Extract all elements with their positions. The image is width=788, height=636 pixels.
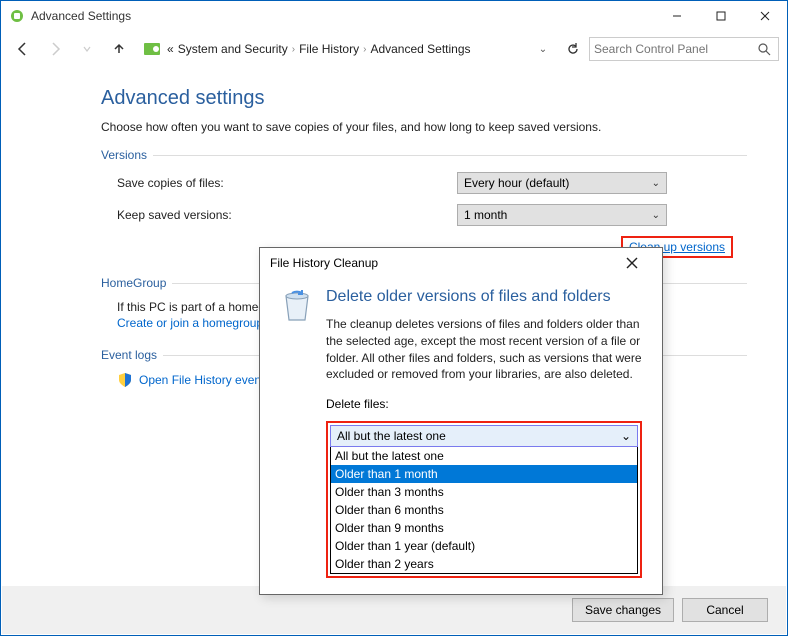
dropdown-option[interactable]: Older than 9 months bbox=[331, 519, 637, 537]
chevron-down-icon: ⌄ bbox=[621, 429, 631, 443]
crumb-item[interactable]: System and Security bbox=[178, 42, 288, 56]
homegroup-legend: HomeGroup bbox=[101, 276, 172, 290]
chevron-down-icon: ⌄ bbox=[652, 178, 660, 189]
close-button[interactable] bbox=[743, 1, 787, 31]
dropdown-option[interactable]: All but the latest one bbox=[331, 447, 637, 465]
chevron-down-icon: ⌄ bbox=[652, 210, 660, 221]
crumb-prefix: « bbox=[167, 42, 174, 56]
page-title: Advanced settings bbox=[101, 87, 747, 110]
crumb-item[interactable]: File History bbox=[299, 42, 359, 56]
dialog-close-button[interactable] bbox=[612, 249, 652, 277]
forward-button[interactable] bbox=[41, 35, 69, 63]
dropdown-option[interactable]: Older than 6 months bbox=[331, 501, 637, 519]
save-copies-value: Every hour (default) bbox=[464, 176, 569, 190]
window-title: Advanced Settings bbox=[31, 9, 131, 23]
save-copies-select[interactable]: Every hour (default) ⌄ bbox=[457, 172, 667, 194]
dialog-titlebar: File History Cleanup bbox=[260, 248, 662, 278]
cleanup-dialog: File History Cleanup Delete older versio… bbox=[259, 247, 663, 595]
eventlogs-legend: Event logs bbox=[101, 348, 163, 362]
dropdown-option[interactable]: Older than 3 months bbox=[331, 483, 637, 501]
shield-icon bbox=[117, 372, 133, 388]
delete-files-label: Delete files: bbox=[326, 397, 642, 411]
app-icon bbox=[9, 8, 25, 24]
chevron-right-icon: › bbox=[363, 44, 366, 55]
page-subtitle: Choose how often you want to save copies… bbox=[101, 120, 747, 134]
save-changes-button[interactable]: Save changes bbox=[572, 598, 674, 622]
keep-versions-select[interactable]: 1 month ⌄ bbox=[457, 204, 667, 226]
cancel-button[interactable]: Cancel bbox=[682, 598, 768, 622]
maximize-button[interactable] bbox=[699, 1, 743, 31]
titlebar: Advanced Settings bbox=[1, 1, 787, 31]
delete-files-selected: All but the latest one bbox=[337, 429, 446, 443]
save-copies-label: Save copies of files: bbox=[117, 176, 457, 190]
recycle-bin-icon bbox=[280, 286, 314, 324]
dropdown-option[interactable]: Older than 1 year (default) bbox=[331, 537, 637, 555]
navbar: « System and Security › File History › A… bbox=[1, 31, 787, 67]
control-panel-icon bbox=[143, 40, 161, 58]
dropdown-option[interactable]: Older than 2 years bbox=[331, 555, 637, 573]
dropdown-option[interactable]: Older than 1 month bbox=[331, 465, 637, 483]
search-icon[interactable] bbox=[758, 43, 774, 56]
crumb-item[interactable]: Advanced Settings bbox=[370, 42, 470, 56]
back-button[interactable] bbox=[9, 35, 37, 63]
search-box[interactable] bbox=[589, 37, 779, 61]
keep-versions-label: Keep saved versions: bbox=[117, 208, 457, 222]
versions-legend: Versions bbox=[101, 148, 153, 162]
minimize-button[interactable] bbox=[655, 1, 699, 31]
search-input[interactable] bbox=[594, 42, 758, 56]
delete-files-combo-highlight: All but the latest one ⌄ All but the lat… bbox=[326, 421, 642, 578]
keep-versions-value: 1 month bbox=[464, 208, 507, 222]
breadcrumb[interactable]: « System and Security › File History › A… bbox=[167, 42, 535, 56]
delete-files-dropdown: All but the latest oneOlder than 1 month… bbox=[330, 447, 638, 574]
refresh-button[interactable] bbox=[561, 37, 585, 61]
address-bar[interactable]: « System and Security › File History › A… bbox=[143, 37, 551, 61]
dialog-heading: Delete older versions of files and folde… bbox=[326, 288, 642, 306]
recent-dropdown[interactable] bbox=[73, 35, 101, 63]
dialog-title: File History Cleanup bbox=[270, 256, 378, 270]
delete-files-select[interactable]: All but the latest one ⌄ bbox=[330, 425, 638, 447]
up-button[interactable] bbox=[105, 35, 133, 63]
dialog-description: The cleanup deletes versions of files an… bbox=[326, 316, 642, 383]
address-dropdown[interactable]: ⌄ bbox=[535, 44, 551, 55]
chevron-right-icon: › bbox=[292, 44, 295, 55]
